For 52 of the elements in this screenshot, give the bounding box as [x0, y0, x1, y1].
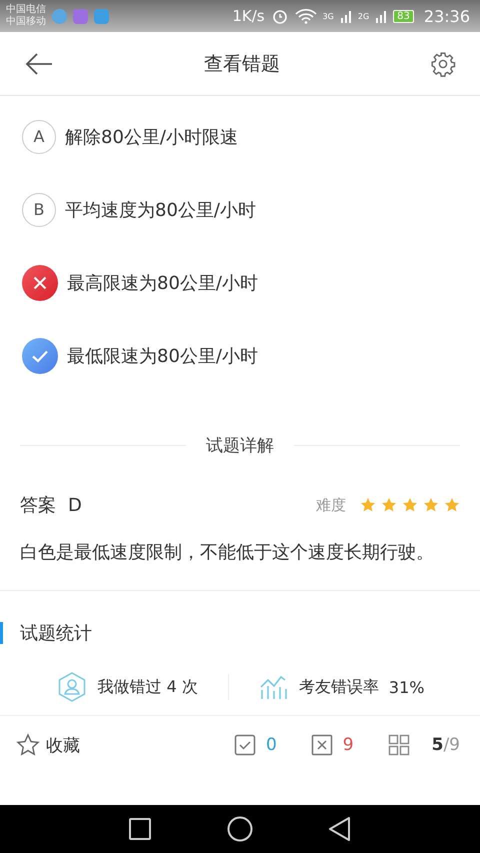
star-icon	[402, 497, 418, 513]
star-icon	[423, 497, 439, 513]
carrier-name: 中国电信	[6, 4, 46, 16]
option-text: 解除80公里/小时限速	[65, 126, 238, 148]
option-text: 平均速度为80公里/小时	[65, 198, 256, 222]
section-heading: 试题详解	[206, 435, 274, 457]
explanation-text: 白色是最低速度限制，不能低于这个速度长期行驶。	[20, 541, 435, 565]
cross-box-icon	[310, 734, 333, 756]
star-outline-icon	[16, 733, 40, 757]
app-notification-icon	[94, 8, 109, 24]
answer-value: D	[68, 494, 82, 516]
option-letter: B	[22, 192, 56, 226]
app-notification-icon	[73, 8, 88, 24]
favorite-button[interactable]: 收藏	[16, 733, 80, 757]
signal-icon	[340, 9, 352, 23]
answer-option[interactable]: 最低限速为80公里/小时	[22, 319, 458, 392]
section-heading: 试题统计	[20, 622, 92, 645]
error-rate-label: 考友错误率	[298, 676, 379, 698]
option-letter: A	[22, 120, 56, 154]
checkbox-icon	[234, 734, 256, 756]
chart-icon	[258, 673, 289, 701]
signal-icon	[375, 9, 388, 23]
difficulty-label: 难度	[316, 496, 346, 514]
my-error-count: 我做错过 4 次	[98, 676, 198, 698]
grid-icon	[388, 734, 410, 756]
battery-level: 83	[393, 10, 414, 22]
alarm-icon	[270, 7, 289, 25]
back-nav-icon[interactable]	[328, 816, 352, 842]
option-text: 最高限速为80公里/小时	[67, 272, 258, 294]
clock-time: 23:36	[424, 6, 470, 26]
question-grid-button[interactable]	[388, 734, 410, 756]
answer-option[interactable]: 最高限速为80公里/小时	[22, 246, 458, 319]
network-type: 2G	[358, 12, 370, 20]
star-icon	[381, 497, 397, 513]
error-rate-value: 31%	[388, 678, 424, 696]
app-notification-icon	[52, 8, 67, 24]
answer-label: 答案	[20, 494, 56, 517]
wifi-icon	[294, 8, 317, 24]
network-speed: 1K/s	[232, 7, 265, 25]
network-type: 3G	[322, 12, 334, 20]
back-arrow-icon	[24, 52, 54, 76]
wrong-count-button[interactable]: 9	[310, 734, 354, 756]
star-icon	[360, 497, 376, 513]
home-icon[interactable]	[226, 816, 253, 842]
answer-option[interactable]: A 解除80公里/小时限速	[22, 100, 458, 173]
answer-option[interactable]: B 平均速度为80公里/小时	[22, 173, 458, 246]
settings-icon	[430, 50, 456, 76]
recent-apps-icon[interactable]	[128, 817, 152, 841]
option-text: 最低限速为80公里/小时	[67, 344, 258, 368]
carrier-name: 中国移动	[6, 16, 46, 28]
page-title: 查看错题	[204, 52, 280, 76]
star-icon	[444, 497, 460, 513]
